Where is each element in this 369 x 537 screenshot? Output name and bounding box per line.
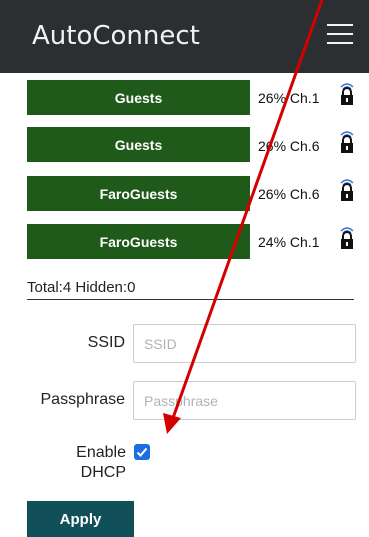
passphrase-label: Passphrase — [40, 391, 126, 408]
ap-signal: 24% — [258, 234, 287, 250]
hamburger-menu-icon[interactable] — [327, 24, 353, 46]
ssid-input[interactable] — [133, 324, 356, 363]
ap-channel: Ch.1 — [289, 90, 320, 106]
lock-icon — [342, 87, 352, 96]
lock-icon — [342, 231, 352, 240]
checkmark-icon — [136, 447, 148, 457]
wifi-signal-icon — [340, 131, 354, 153]
ap-button-guests-1[interactable]: Guests — [27, 80, 250, 115]
dhcp-label-line2: DHCP — [80, 464, 126, 481]
dhcp-label: Enable DHCP — [60, 443, 126, 483]
lock-icon — [342, 135, 352, 144]
ap-button-guests-2[interactable]: Guests — [27, 127, 250, 162]
wifi-signal-icon — [340, 83, 354, 105]
ap-signal: 26% — [258, 90, 287, 106]
apply-button[interactable]: Apply — [27, 501, 134, 537]
ap-channel: Ch.6 — [289, 138, 320, 154]
passphrase-input[interactable] — [133, 381, 356, 420]
ap-info: 24% Ch.1 — [258, 234, 320, 250]
wifi-signal-icon — [340, 227, 354, 249]
ssid-label: SSID — [87, 334, 125, 351]
ap-info: 26% Ch.6 — [258, 186, 320, 202]
ap-signal: 26% — [258, 186, 287, 202]
ap-channel: Ch.6 — [289, 186, 320, 202]
ap-signal: 26% — [258, 138, 287, 154]
network-summary: Total:4 Hidden:0 — [27, 279, 354, 300]
ap-info: 26% Ch.1 — [258, 90, 320, 106]
lock-icon — [342, 183, 352, 192]
wifi-signal-icon — [340, 179, 354, 201]
ap-button-faroguests-1[interactable]: FaroGuests — [27, 176, 250, 211]
dhcp-checkbox[interactable] — [134, 444, 150, 460]
app-title: AutoConnect — [32, 21, 200, 51]
ap-info: 26% Ch.6 — [258, 138, 320, 154]
app-header: AutoConnect — [0, 0, 369, 73]
ap-channel: Ch.1 — [289, 234, 320, 250]
ap-button-faroguests-2[interactable]: FaroGuests — [27, 224, 250, 259]
dhcp-label-line1: Enable — [76, 444, 126, 461]
